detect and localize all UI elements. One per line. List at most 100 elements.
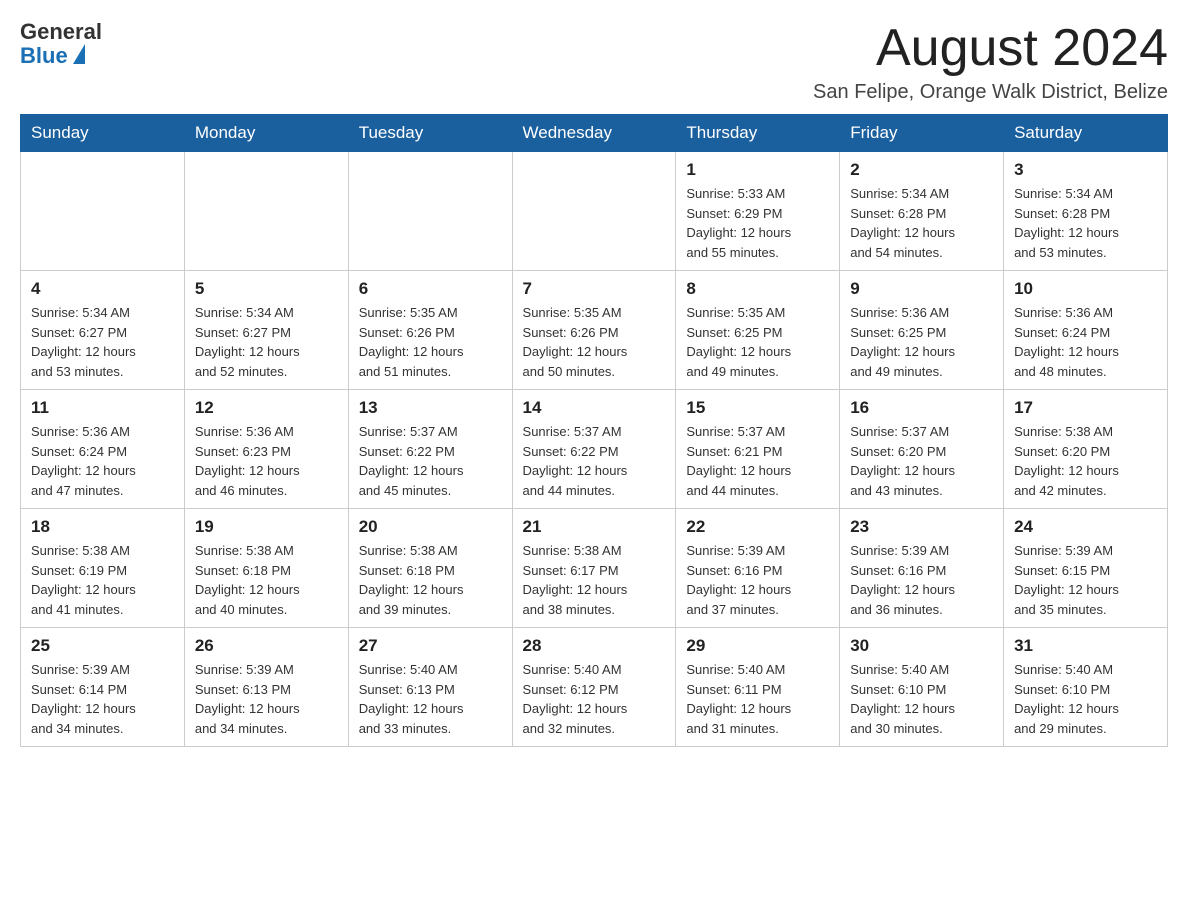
calendar-cell: 3 Sunrise: 5:34 AMSunset: 6:28 PMDaylight… (1004, 152, 1168, 271)
day-number: 17 (1014, 398, 1157, 418)
day-info: Sunrise: 5:36 AMSunset: 6:23 PMDaylight:… (195, 422, 338, 500)
day-number: 6 (359, 279, 502, 299)
day-info: Sunrise: 5:39 AMSunset: 6:14 PMDaylight:… (31, 660, 174, 738)
calendar-cell: 14Sunrise: 5:37 AMSunset: 6:22 PMDayligh… (512, 390, 676, 509)
day-number: 12 (195, 398, 338, 418)
day-number: 5 (195, 279, 338, 299)
calendar-cell: 21 Sunrise: 5:38 AMSunset: 6:17 PMDayligh… (512, 509, 676, 628)
weekday-header-friday: Friday (840, 115, 1004, 152)
calendar-cell: 16Sunrise: 5:37 AMSunset: 6:20 PMDayligh… (840, 390, 1004, 509)
logo-general: General (20, 20, 102, 44)
day-number: 3 (1014, 160, 1157, 180)
day-number: 11 (31, 398, 174, 418)
calendar-cell: 10 Sunrise: 5:36 AMSunset: 6:24 PMDayligh… (1004, 271, 1168, 390)
day-info: Sunrise: 5:37 AMSunset: 6:21 PMDaylight:… (686, 422, 829, 500)
day-info: Sunrise: 5:35 AMSunset: 6:25 PMDaylight:… (686, 303, 829, 381)
day-info: Sunrise: 5:38 AMSunset: 6:18 PMDaylight:… (195, 541, 338, 619)
logo-triangle-icon (73, 44, 85, 64)
calendar-cell: 2 Sunrise: 5:34 AMSunset: 6:28 PMDaylight… (840, 152, 1004, 271)
calendar-cell: 7Sunrise: 5:35 AMSunset: 6:26 PMDaylight… (512, 271, 676, 390)
day-number: 25 (31, 636, 174, 656)
weekday-header-wednesday: Wednesday (512, 115, 676, 152)
day-number: 8 (686, 279, 829, 299)
day-info: Sunrise: 5:38 AMSunset: 6:19 PMDaylight:… (31, 541, 174, 619)
day-number: 27 (359, 636, 502, 656)
day-info: Sunrise: 5:40 AMSunset: 6:13 PMDaylight:… (359, 660, 502, 738)
calendar-cell (512, 152, 676, 271)
calendar-cell: 8 Sunrise: 5:35 AMSunset: 6:25 PMDaylight… (676, 271, 840, 390)
day-info: Sunrise: 5:34 AMSunset: 6:27 PMDaylight:… (195, 303, 338, 381)
calendar-cell: 30Sunrise: 5:40 AMSunset: 6:10 PMDayligh… (840, 628, 1004, 747)
day-info: Sunrise: 5:40 AMSunset: 6:10 PMDaylight:… (850, 660, 993, 738)
day-number: 29 (686, 636, 829, 656)
day-info: Sunrise: 5:38 AMSunset: 6:17 PMDaylight:… (523, 541, 666, 619)
day-info: Sunrise: 5:37 AMSunset: 6:22 PMDaylight:… (359, 422, 502, 500)
day-number: 23 (850, 517, 993, 537)
weekday-header-saturday: Saturday (1004, 115, 1168, 152)
calendar-cell: 29 Sunrise: 5:40 AMSunset: 6:11 PMDayligh… (676, 628, 840, 747)
day-number: 22 (686, 517, 829, 537)
weekday-header-row: SundayMondayTuesdayWednesdayThursdayFrid… (21, 115, 1168, 152)
logo: General Blue (20, 20, 102, 68)
day-number: 19 (195, 517, 338, 537)
calendar-cell: 4 Sunrise: 5:34 AMSunset: 6:27 PMDaylight… (21, 271, 185, 390)
calendar-table: SundayMondayTuesdayWednesdayThursdayFrid… (20, 114, 1168, 747)
calendar-cell (348, 152, 512, 271)
weekday-header-sunday: Sunday (21, 115, 185, 152)
day-info: Sunrise: 5:36 AMSunset: 6:24 PMDaylight:… (31, 422, 174, 500)
day-number: 31 (1014, 636, 1157, 656)
calendar-cell: 20 Sunrise: 5:38 AMSunset: 6:18 PMDayligh… (348, 509, 512, 628)
calendar-cell: 9 Sunrise: 5:36 AMSunset: 6:25 PMDaylight… (840, 271, 1004, 390)
calendar-cell: 19 Sunrise: 5:38 AMSunset: 6:18 PMDayligh… (184, 509, 348, 628)
day-number: 9 (850, 279, 993, 299)
day-info: Sunrise: 5:34 AMSunset: 6:28 PMDaylight:… (1014, 184, 1157, 262)
day-number: 21 (523, 517, 666, 537)
calendar-cell: 17Sunrise: 5:38 AMSunset: 6:20 PMDayligh… (1004, 390, 1168, 509)
day-info: Sunrise: 5:38 AMSunset: 6:18 PMDaylight:… (359, 541, 502, 619)
day-info: Sunrise: 5:39 AMSunset: 6:16 PMDaylight:… (850, 541, 993, 619)
day-number: 4 (31, 279, 174, 299)
title-block: August 2024 San Felipe, Orange Walk Dist… (813, 20, 1168, 104)
calendar-cell: 24Sunrise: 5:39 AMSunset: 6:15 PMDayligh… (1004, 509, 1168, 628)
calendar-cell (21, 152, 185, 271)
logo-blue: Blue (20, 44, 68, 68)
day-number: 28 (523, 636, 666, 656)
day-info: Sunrise: 5:34 AMSunset: 6:27 PMDaylight:… (31, 303, 174, 381)
day-info: Sunrise: 5:36 AMSunset: 6:25 PMDaylight:… (850, 303, 993, 381)
weekday-header-tuesday: Tuesday (348, 115, 512, 152)
day-info: Sunrise: 5:40 AMSunset: 6:10 PMDaylight:… (1014, 660, 1157, 738)
page-header: General Blue August 2024 San Felipe, Ora… (20, 20, 1168, 104)
calendar-cell: 1 Sunrise: 5:33 AMSunset: 6:29 PMDaylight… (676, 152, 840, 271)
calendar-cell: 27 Sunrise: 5:40 AMSunset: 6:13 PMDayligh… (348, 628, 512, 747)
location-title: San Felipe, Orange Walk District, Belize (813, 81, 1168, 104)
day-number: 1 (686, 160, 829, 180)
day-number: 16 (850, 398, 993, 418)
calendar-cell: 12 Sunrise: 5:36 AMSunset: 6:23 PMDayligh… (184, 390, 348, 509)
day-info: Sunrise: 5:35 AMSunset: 6:26 PMDaylight:… (523, 303, 666, 381)
calendar-cell: 31 Sunrise: 5:40 AMSunset: 6:10 PMDayligh… (1004, 628, 1168, 747)
calendar-week-2: 4 Sunrise: 5:34 AMSunset: 6:27 PMDaylight… (21, 271, 1168, 390)
day-number: 20 (359, 517, 502, 537)
day-number: 2 (850, 160, 993, 180)
calendar-cell: 26Sunrise: 5:39 AMSunset: 6:13 PMDayligh… (184, 628, 348, 747)
day-number: 18 (31, 517, 174, 537)
calendar-week-3: 11 Sunrise: 5:36 AMSunset: 6:24 PMDayligh… (21, 390, 1168, 509)
day-info: Sunrise: 5:40 AMSunset: 6:11 PMDaylight:… (686, 660, 829, 738)
calendar-cell (184, 152, 348, 271)
weekday-header-monday: Monday (184, 115, 348, 152)
day-number: 14 (523, 398, 666, 418)
day-number: 10 (1014, 279, 1157, 299)
calendar-cell: 15Sunrise: 5:37 AMSunset: 6:21 PMDayligh… (676, 390, 840, 509)
calendar-cell: 18 Sunrise: 5:38 AMSunset: 6:19 PMDayligh… (21, 509, 185, 628)
calendar-week-4: 18 Sunrise: 5:38 AMSunset: 6:19 PMDayligh… (21, 509, 1168, 628)
day-info: Sunrise: 5:39 AMSunset: 6:15 PMDaylight:… (1014, 541, 1157, 619)
day-info: Sunrise: 5:33 AMSunset: 6:29 PMDaylight:… (686, 184, 829, 262)
day-info: Sunrise: 5:36 AMSunset: 6:24 PMDaylight:… (1014, 303, 1157, 381)
calendar-cell: 13 Sunrise: 5:37 AMSunset: 6:22 PMDayligh… (348, 390, 512, 509)
day-info: Sunrise: 5:34 AMSunset: 6:28 PMDaylight:… (850, 184, 993, 262)
calendar-cell: 23 Sunrise: 5:39 AMSunset: 6:16 PMDayligh… (840, 509, 1004, 628)
day-number: 26 (195, 636, 338, 656)
day-info: Sunrise: 5:39 AMSunset: 6:16 PMDaylight:… (686, 541, 829, 619)
day-number: 13 (359, 398, 502, 418)
month-title: August 2024 (813, 20, 1168, 77)
